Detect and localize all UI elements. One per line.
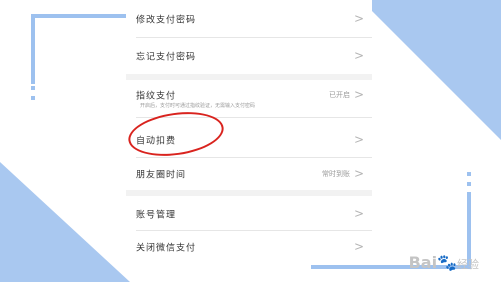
row-label: 关闭微信支付 [136, 243, 197, 254]
row-value: 已开启 [329, 91, 350, 99]
row-label: 朋友圈时间 [136, 170, 187, 181]
watermark-suffix: 经验 [457, 258, 479, 271]
row-value: 常时到账 [322, 170, 350, 178]
chevron-right-icon: > [353, 11, 364, 26]
decor-triangle-bottom-left [0, 162, 130, 282]
decor-frame-top-left-vertical [31, 14, 35, 84]
chevron-right-icon: > [353, 239, 364, 254]
baidu-watermark: Bai🐾经验 [409, 253, 479, 272]
chevron-right-icon: > [353, 166, 364, 181]
settings-group-account: 账号管理 > 关闭微信支付 > [126, 196, 372, 265]
decor-dots-right [467, 172, 471, 202]
settings-row-account-management[interactable]: 账号管理 > [126, 196, 372, 232]
settings-row-forgot-password[interactable]: 忘记支付密码 > [126, 38, 372, 74]
settings-row-arrival-time[interactable]: 朋友圈时间 常时到账 > [126, 156, 372, 192]
row-label: 指纹支付 [136, 91, 177, 102]
decor-frame-top-left-horizontal [31, 14, 126, 18]
decor-dots-left [31, 86, 35, 106]
chevron-right-icon: > [353, 48, 364, 63]
decor-triangle-top-right [361, 0, 501, 140]
settings-row-change-password[interactable]: 修改支付密码 > [126, 1, 372, 37]
watermark-text: Bai [408, 253, 438, 272]
paw-icon: 🐾 [437, 253, 457, 272]
row-label: 忘记支付密码 [136, 52, 197, 63]
chevron-right-icon: > [353, 87, 364, 102]
row-label: 账号管理 [136, 210, 177, 221]
settings-row-close-wechat-pay[interactable]: 关闭微信支付 > [126, 229, 372, 265]
row-label: 修改支付密码 [136, 15, 197, 26]
fingerprint-subtitle: 开启后，支付时可通过指纹验证，无需输入支付密码 [140, 103, 256, 109]
chevron-right-icon: > [353, 132, 364, 147]
settings-group-password: 修改支付密码 > 忘记支付密码 > [126, 0, 372, 74]
chevron-right-icon: > [353, 206, 364, 221]
